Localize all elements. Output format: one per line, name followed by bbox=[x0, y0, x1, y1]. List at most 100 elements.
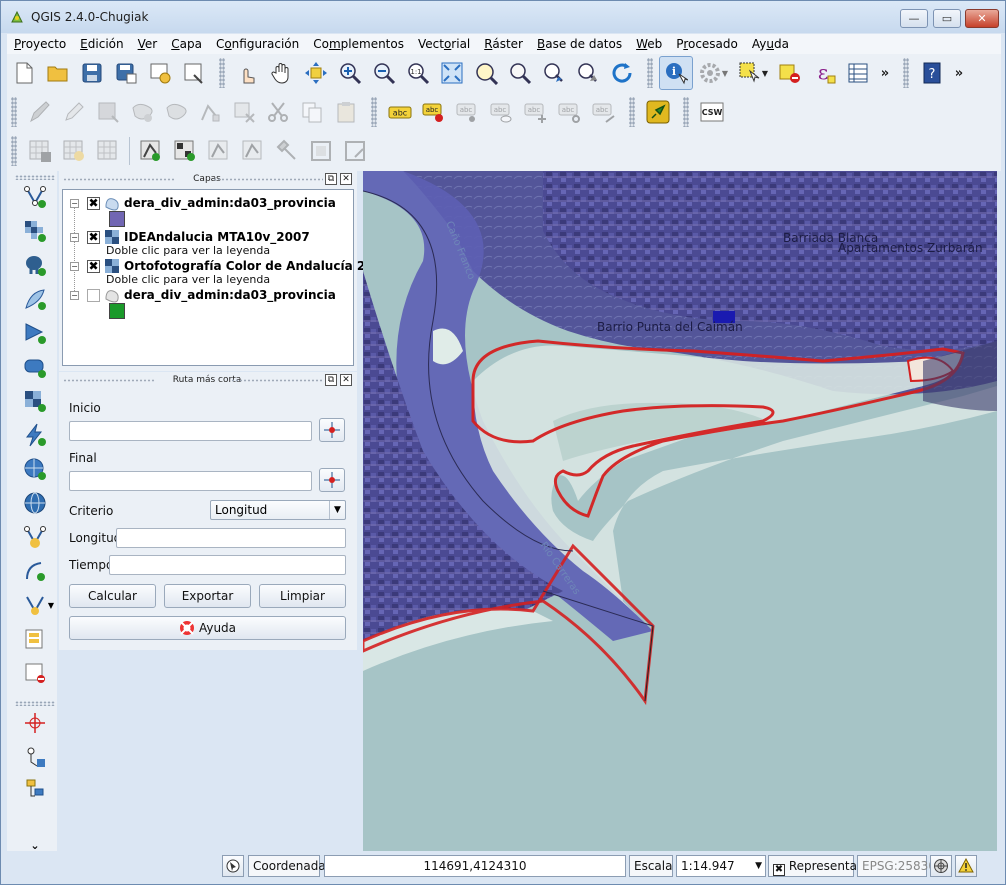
move-feature-button[interactable] bbox=[159, 95, 193, 129]
help-button[interactable]: Ayuda bbox=[69, 616, 346, 640]
zoom-actual-size-button[interactable]: 1:1 bbox=[401, 56, 435, 90]
network-tool-2-button[interactable] bbox=[168, 134, 202, 168]
plugin-button[interactable] bbox=[641, 95, 675, 129]
layer-visibility-checkbox[interactable]: ✖ bbox=[87, 196, 100, 210]
pan-to-selection-button[interactable] bbox=[299, 56, 333, 90]
refresh-button[interactable] bbox=[605, 56, 639, 90]
cut-features-button[interactable] bbox=[261, 95, 295, 129]
add-raster-layer-button[interactable] bbox=[21, 217, 49, 245]
network-tool-1-button[interactable] bbox=[134, 134, 168, 168]
new-spatialite-layer-button[interactable] bbox=[21, 557, 49, 585]
copy-features-button[interactable] bbox=[295, 95, 329, 129]
end-point-field[interactable] bbox=[69, 471, 312, 491]
minimize-button[interactable]: — bbox=[900, 9, 928, 28]
route-panel-float-button[interactable]: ⧉ bbox=[325, 374, 337, 386]
render-checkbox[interactable]: ✖ bbox=[773, 864, 785, 876]
wms-tool-3-button[interactable] bbox=[91, 134, 125, 168]
touch-zoom-button[interactable] bbox=[231, 56, 265, 90]
label-highlight-pin-button[interactable]: abc bbox=[417, 95, 451, 129]
layer-row-mta10v[interactable]: − ✖ IDEAndalucia MTA10v_2007 bbox=[63, 229, 310, 245]
menu-edicion[interactable]: Edición bbox=[73, 37, 130, 51]
menu-procesado[interactable]: Procesado bbox=[669, 37, 745, 51]
messages-button[interactable] bbox=[955, 855, 977, 877]
add-feature-button[interactable] bbox=[125, 95, 159, 129]
field-calculator-button[interactable]: ε bbox=[807, 56, 841, 90]
layer-symbol-swatch[interactable] bbox=[109, 211, 125, 227]
network-tool-4-button[interactable] bbox=[236, 134, 270, 168]
scale-combobox[interactable]: 1:14.947 ▼ bbox=[676, 855, 766, 877]
toolbar-grip[interactable] bbox=[15, 701, 55, 706]
coordinate-toggle-button[interactable] bbox=[222, 855, 244, 877]
export-button[interactable]: Exportar bbox=[164, 584, 251, 608]
topology-checker-button[interactable] bbox=[21, 775, 49, 803]
zoom-in-button[interactable] bbox=[333, 56, 367, 90]
zoom-out-button[interactable] bbox=[367, 56, 401, 90]
new-print-composer-button[interactable] bbox=[143, 56, 177, 90]
toolbar-grip[interactable] bbox=[11, 97, 17, 127]
coordinate-field[interactable]: 114691,4124310 bbox=[324, 855, 626, 877]
pick-start-button[interactable] bbox=[319, 418, 345, 442]
toolbar-grip[interactable] bbox=[219, 58, 225, 88]
render-toggle[interactable]: ✖ Representar bbox=[768, 855, 862, 877]
change-label-button[interactable]: abc bbox=[587, 95, 621, 129]
layer-row-provincia-2[interactable]: − dera_div_admin:da03_provincia bbox=[63, 287, 336, 303]
node-tool-button[interactable] bbox=[193, 95, 227, 129]
toolbar-overflow-button[interactable]: » bbox=[875, 66, 895, 81]
open-project-button[interactable] bbox=[41, 56, 75, 90]
add-wcs-layer-button[interactable] bbox=[21, 455, 49, 483]
zoom-to-layer-button[interactable] bbox=[469, 56, 503, 90]
toolbar-grip[interactable] bbox=[903, 58, 909, 88]
clear-button[interactable]: Limpiar bbox=[259, 584, 346, 608]
maximize-button[interactable]: ▭ bbox=[933, 9, 961, 28]
menu-base-de-datos[interactable]: Base de datos bbox=[530, 37, 629, 51]
toolbar-grip[interactable] bbox=[15, 175, 55, 180]
projection-button[interactable] bbox=[930, 855, 952, 877]
toolbar-grip[interactable] bbox=[647, 58, 653, 88]
paste-features-button[interactable] bbox=[329, 95, 363, 129]
add-spatialite-layer-button[interactable] bbox=[21, 285, 49, 313]
coordinate-capture-button[interactable] bbox=[21, 709, 49, 737]
deselect-button[interactable] bbox=[773, 56, 807, 90]
toolbar-grip[interactable] bbox=[683, 97, 689, 127]
layer-labeling-button[interactable]: abc bbox=[383, 95, 417, 129]
pin-labels-button[interactable]: abc bbox=[451, 95, 485, 129]
delete-selected-button[interactable] bbox=[227, 95, 261, 129]
collapse-icon[interactable]: − bbox=[70, 261, 79, 271]
layer-row-provincia-1[interactable]: − ✖ dera_div_admin:da03_provincia bbox=[63, 195, 336, 211]
collapse-icon[interactable]: − bbox=[70, 198, 79, 208]
toolbar-grip[interactable] bbox=[11, 136, 17, 166]
add-mssql-layer-button[interactable] bbox=[21, 319, 49, 347]
zoom-last-button[interactable] bbox=[537, 56, 571, 90]
save-project-button[interactable] bbox=[75, 56, 109, 90]
toolbar-overflow-button[interactable]: » bbox=[949, 66, 969, 81]
network-tool-5-button[interactable] bbox=[270, 134, 304, 168]
route-panel-close-button[interactable]: ✕ bbox=[340, 374, 352, 386]
criterion-select[interactable]: Longitud ▼ bbox=[210, 500, 346, 520]
select-features-button[interactable]: ▼ bbox=[733, 56, 773, 90]
network-tool-3-button[interactable] bbox=[202, 134, 236, 168]
wms-tool-1-button[interactable] bbox=[23, 134, 57, 168]
collapse-icon[interactable]: − bbox=[70, 232, 79, 242]
layers-panel-float-button[interactable]: ⧉ bbox=[325, 173, 337, 185]
menu-ayuda[interactable]: Ayuda bbox=[745, 37, 796, 51]
add-delimited-text-button[interactable] bbox=[21, 421, 49, 449]
show-hide-labels-button[interactable]: abc bbox=[485, 95, 519, 129]
new-shapefile-button[interactable] bbox=[21, 523, 49, 551]
layers-panel-close-button[interactable]: ✕ bbox=[340, 173, 352, 185]
toggle-editing-button[interactable] bbox=[57, 95, 91, 129]
add-virtual-layer-button[interactable]: ▼ bbox=[21, 591, 57, 619]
composer-manager-button[interactable] bbox=[177, 56, 211, 90]
toolbar-grip[interactable] bbox=[371, 97, 377, 127]
save-layer-edits-button[interactable] bbox=[91, 95, 125, 129]
add-postgis-layer-button[interactable] bbox=[21, 251, 49, 279]
time-field[interactable] bbox=[109, 555, 346, 575]
menu-web[interactable]: Web bbox=[629, 37, 669, 51]
add-vector-layer-button[interactable] bbox=[21, 183, 49, 211]
map-canvas[interactable]: Barriada Blanca Apartamentos Zurbarán Ba… bbox=[363, 171, 997, 851]
attribute-table-button[interactable] bbox=[841, 56, 875, 90]
menu-capa[interactable]: Capa bbox=[164, 37, 209, 51]
new-project-button[interactable] bbox=[7, 56, 41, 90]
menu-configuracion[interactable]: Configuración bbox=[209, 37, 306, 51]
wms-tool-2-button[interactable] bbox=[57, 134, 91, 168]
move-label-button[interactable]: abc bbox=[519, 95, 553, 129]
